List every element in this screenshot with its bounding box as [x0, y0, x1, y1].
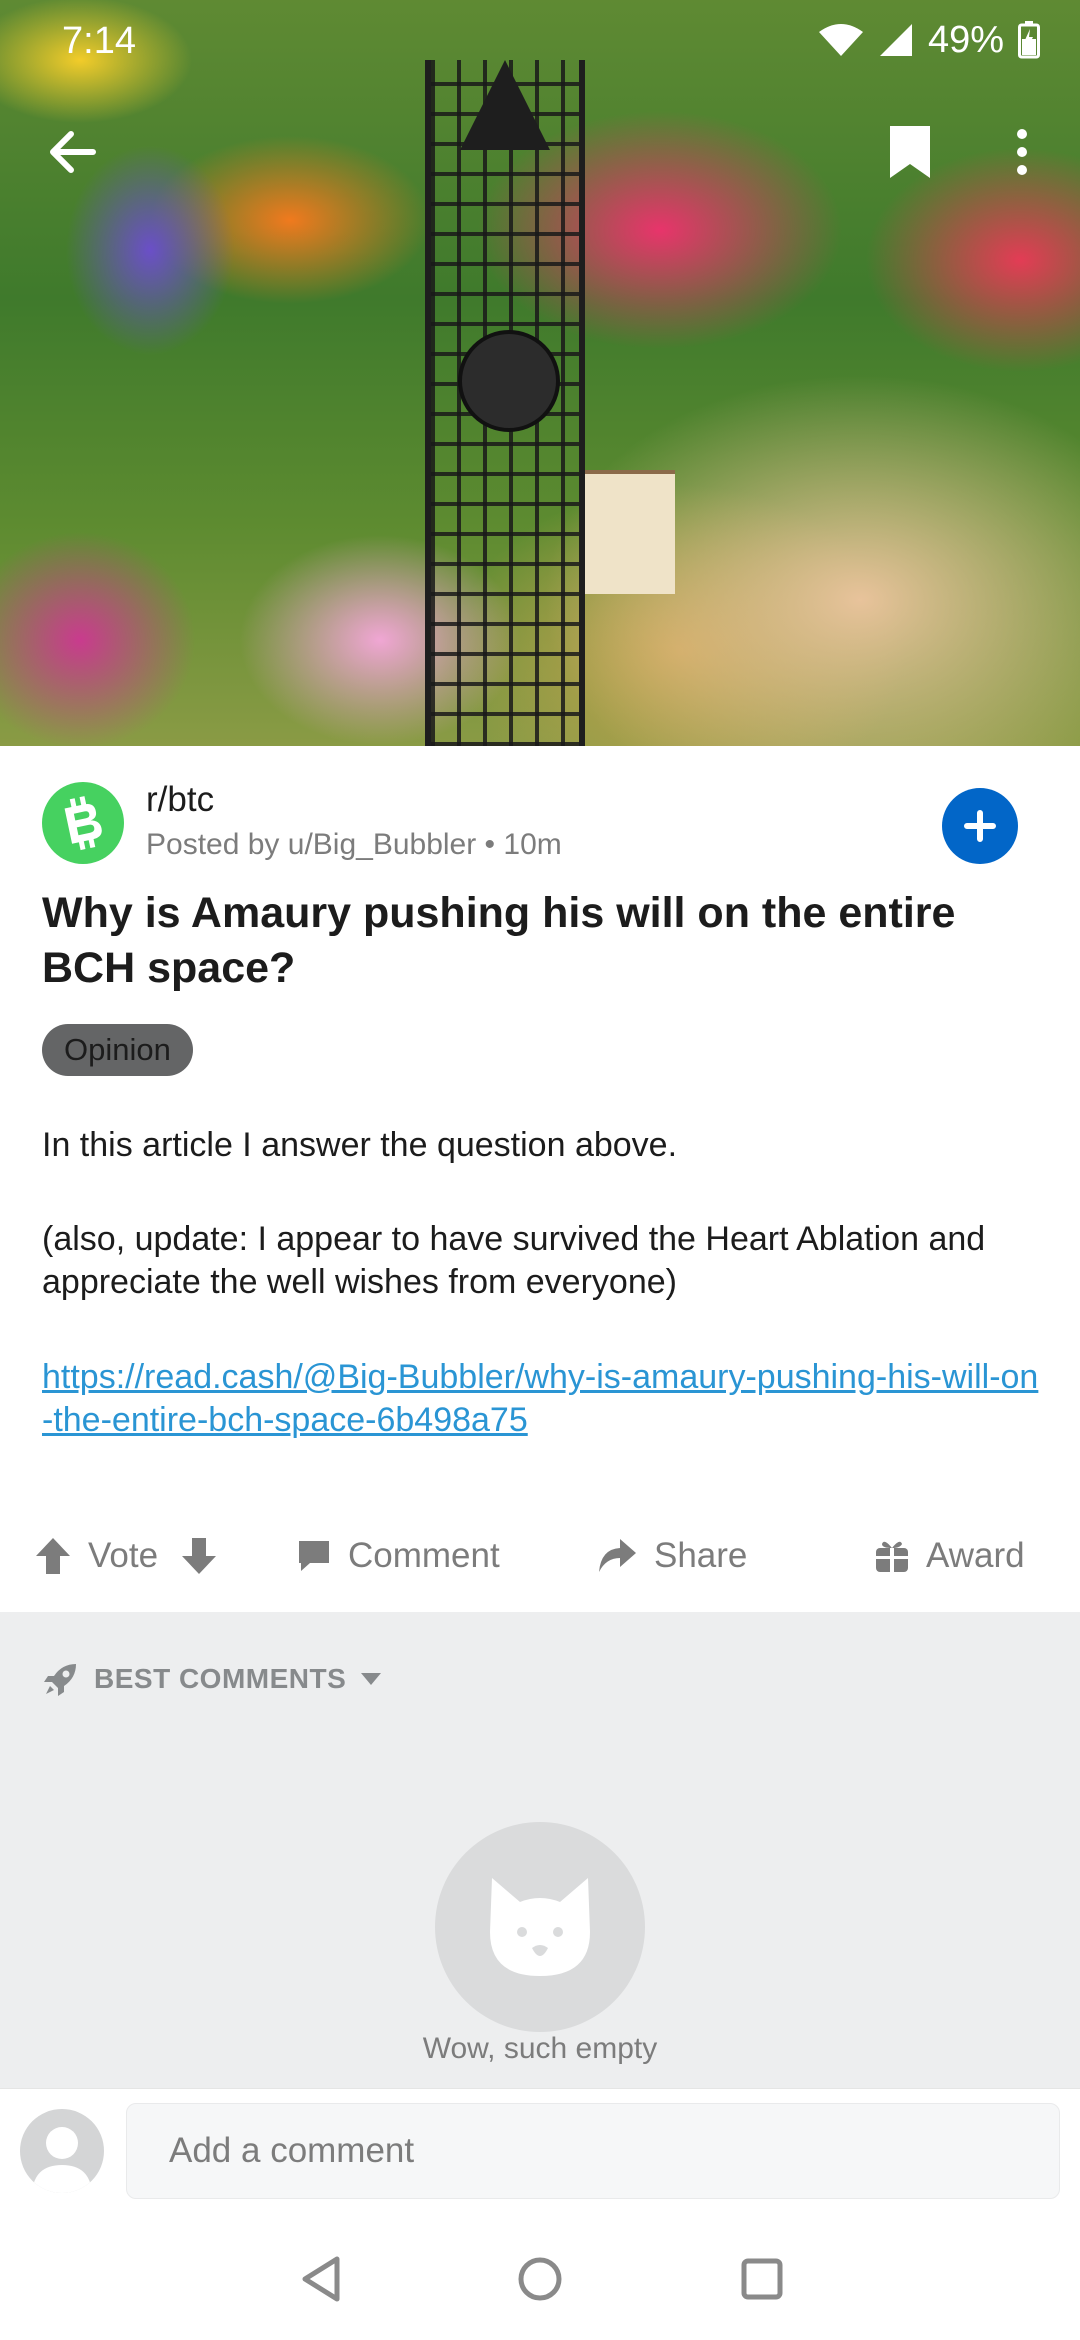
- empty-state-text: Wow, such empty: [422, 2032, 658, 2065]
- user-avatar[interactable]: [20, 2109, 104, 2193]
- post-detail: r/btc Posted by u/Big_Bubbler • 10m Why …: [0, 746, 1080, 1612]
- cell-signal-icon: [879, 24, 912, 56]
- subreddit-name[interactable]: r/btc: [146, 780, 214, 820]
- snoo-cat-icon: [490, 1878, 590, 1976]
- status-icons: 49%: [818, 18, 1040, 62]
- post-flair[interactable]: Opinion: [42, 1024, 193, 1076]
- comment-composer: Add a comment: [0, 2088, 1080, 2219]
- caret-down-icon: [361, 1673, 382, 1685]
- arrow-left-icon: [50, 131, 96, 173]
- add-comment-input[interactable]: Add a comment: [126, 2103, 1060, 2199]
- comment-icon: [299, 1541, 329, 1571]
- vote-control: Vote: [34, 1506, 218, 1606]
- user-silhouette-icon: [32, 2127, 92, 2193]
- gift-icon: [876, 1541, 908, 1572]
- award-label: Award: [926, 1536, 1025, 1575]
- miniature-house: [585, 470, 675, 594]
- upvote-icon[interactable]: [34, 1536, 72, 1576]
- square-recents-icon: [741, 2258, 783, 2300]
- clock-face: [458, 330, 560, 432]
- comment-label: Comment: [348, 1536, 500, 1575]
- post-body-paragraph: (also, update: I appear to have survived…: [42, 1220, 986, 1301]
- subreddit-avatar[interactable]: [42, 782, 124, 864]
- status-bar: 7:14 49%: [0, 0, 1080, 80]
- share-label: Share: [654, 1536, 748, 1575]
- comments-section: BEST COMMENTS Wow, such empty: [0, 1612, 1080, 2088]
- rocket-icon: [44, 1664, 76, 1696]
- comment-sort-label: BEST COMMENTS: [94, 1663, 347, 1694]
- save-post-button[interactable]: [870, 112, 950, 192]
- circle-home-icon: [518, 2257, 562, 2301]
- bookmark-icon: [890, 126, 930, 178]
- comment-sort-dropdown[interactable]: BEST COMMENTS: [42, 1654, 382, 1704]
- battery-percent: 49%: [927, 18, 1004, 61]
- empty-state-illustration: [435, 1822, 645, 2032]
- more-options-button[interactable]: [982, 112, 1062, 192]
- system-navigation-bar: [0, 2218, 1080, 2340]
- status-time: 7:14: [62, 20, 136, 62]
- wifi-icon: [818, 24, 863, 56]
- bitcoin-cash-icon: [64, 796, 102, 851]
- system-recents-button[interactable]: [727, 2244, 797, 2314]
- system-home-button[interactable]: [505, 2244, 575, 2314]
- downvote-icon[interactable]: [180, 1536, 218, 1576]
- comment-button[interactable]: Comment: [296, 1506, 500, 1606]
- plus-icon: [964, 810, 996, 842]
- post-body-paragraph: In this article I answer the question ab…: [42, 1126, 678, 1164]
- award-button[interactable]: Award: [874, 1506, 1025, 1606]
- vote-label: Vote: [88, 1536, 159, 1575]
- more-vertical-icon: [1017, 129, 1027, 175]
- post-action-bar: Vote Comment Share Award: [0, 1506, 1080, 1606]
- system-back-button[interactable]: [286, 2244, 356, 2314]
- share-icon: [599, 1539, 636, 1572]
- back-button[interactable]: [32, 112, 112, 192]
- join-subreddit-button[interactable]: [942, 788, 1018, 864]
- share-button[interactable]: Share: [596, 1506, 747, 1606]
- post-title: Why is Amaury pushing his will on the en…: [42, 889, 956, 992]
- post-meta[interactable]: Posted by u/Big_Bubbler • 10m: [146, 828, 562, 862]
- battery-icon: [1018, 21, 1040, 59]
- post-link[interactable]: https://read.cash/@Big-Bubbler/why-is-am…: [42, 1356, 1042, 1442]
- triangle-back-icon: [302, 2256, 340, 2302]
